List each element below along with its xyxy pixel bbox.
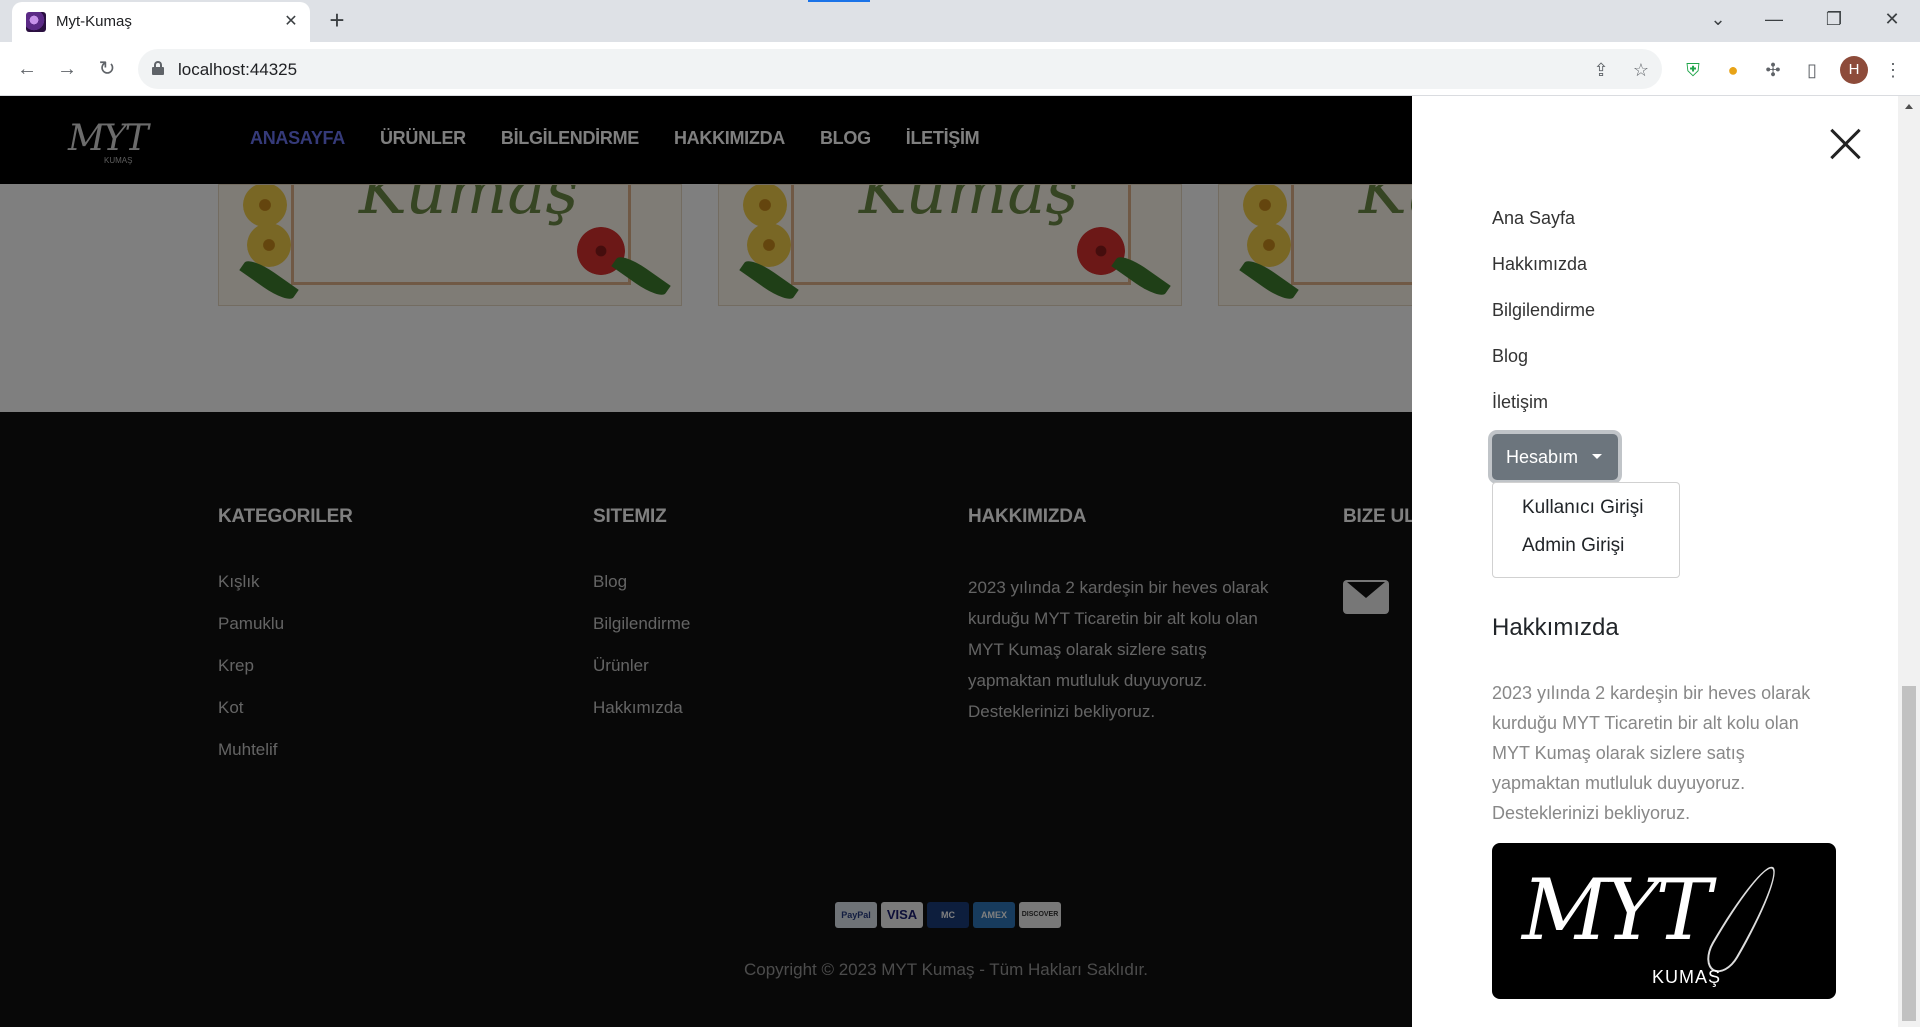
- star-icon[interactable]: ☆: [1630, 59, 1652, 81]
- dropdown-item-admin-login[interactable]: Admin Girişi: [1493, 535, 1679, 573]
- offcanvas-panel: Ana Sayfa Hakkımızda Bilgilendirme Blog …: [1412, 96, 1898, 1027]
- site-favicon-icon: [26, 12, 46, 32]
- close-icon[interactable]: [1828, 126, 1864, 162]
- offcanvas-link-blog[interactable]: Blog: [1492, 346, 1595, 392]
- account-dropdown-button[interactable]: Hesabım: [1492, 434, 1618, 480]
- offcanvas-link-hakkimizda[interactable]: Hakkımızda: [1492, 254, 1595, 300]
- profile-avatar[interactable]: H: [1840, 56, 1868, 84]
- browser-tab[interactable]: Myt-Kumaş ✕: [12, 2, 310, 42]
- offcanvas-about-title: Hakkımızda: [1492, 614, 1619, 641]
- address-bar[interactable]: localhost:44325 ⇪ ☆: [138, 49, 1662, 89]
- shield-icon[interactable]: ⛨: [1680, 57, 1706, 83]
- account-button-label: Hesabım: [1506, 446, 1579, 467]
- address-url[interactable]: localhost:44325: [178, 60, 297, 80]
- tab-search-icon[interactable]: ⌄: [1690, 0, 1746, 38]
- new-tab-icon[interactable]: +: [322, 6, 352, 36]
- back-icon[interactable]: ←: [12, 54, 42, 84]
- dropdown-item-user-login[interactable]: Kullanıcı Girişi: [1493, 497, 1679, 535]
- minimize-icon[interactable]: —: [1746, 0, 1802, 38]
- page-scrollbar[interactable]: [1898, 96, 1920, 1027]
- scrollbar-thumb[interactable]: [1902, 686, 1916, 1021]
- offcanvas-logo: MYT KUMAŞ: [1492, 843, 1836, 999]
- tab-close-icon[interactable]: ✕: [280, 11, 302, 33]
- offcanvas-logo-text: MYT: [1522, 861, 1711, 959]
- offcanvas-about-text: 2023 yılında 2 kardeşin bir heves olarak…: [1492, 683, 1811, 823]
- browser-tabbar: Myt-Kumaş ✕ + ⌄ — ❐ ✕: [0, 0, 1920, 42]
- offcanvas-link-iletisim[interactable]: İletişim: [1492, 392, 1595, 438]
- window-close-icon[interactable]: ✕: [1864, 0, 1920, 38]
- account-dropdown-menu: Kullanıcı Girişi Admin Girişi: [1492, 482, 1680, 578]
- tab-title: Myt-Kumaş: [56, 13, 132, 30]
- offcanvas-nav: Ana Sayfa Hakkımızda Bilgilendirme Blog …: [1492, 208, 1595, 438]
- browser-toolbar: ← → ↻ localhost:44325 ⇪ ☆ ⛨ ● ✣ ▯ H ⋮: [0, 42, 1920, 96]
- menu-icon[interactable]: ⋮: [1880, 57, 1906, 83]
- offcanvas-logo-sub: KUMAŞ: [1652, 967, 1722, 987]
- lock-icon[interactable]: [152, 61, 164, 75]
- sidepanel-icon[interactable]: ▯: [1799, 57, 1825, 83]
- offcanvas-link-anasayfa[interactable]: Ana Sayfa: [1492, 208, 1595, 254]
- feather-icon: [1700, 859, 1786, 979]
- puzzle-icon[interactable]: ✣: [1760, 57, 1786, 83]
- burger-icon[interactable]: ●: [1720, 57, 1746, 83]
- share-icon[interactable]: ⇪: [1590, 59, 1612, 81]
- scroll-up-icon[interactable]: [1905, 104, 1913, 109]
- offcanvas-link-bilgilendirme[interactable]: Bilgilendirme: [1492, 300, 1595, 346]
- reload-icon[interactable]: ↻: [92, 54, 122, 84]
- forward-icon[interactable]: →: [52, 54, 82, 84]
- restore-icon[interactable]: ❐: [1806, 0, 1862, 38]
- tabstrip-indicator: [808, 0, 870, 2]
- caret-down-icon: [1592, 454, 1602, 459]
